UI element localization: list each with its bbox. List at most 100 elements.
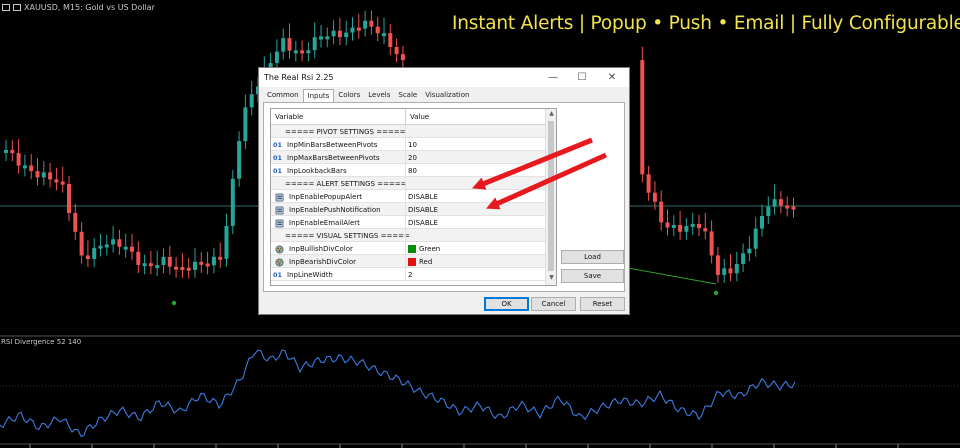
grid-header: Variable Value — [271, 109, 545, 125]
candle-body — [665, 222, 670, 228]
scroll-thumb[interactable] — [548, 121, 554, 271]
param-value[interactable]: DISABLE — [408, 206, 438, 214]
dialog-titlebar[interactable]: The Real Rsi 2.25 — ☐ ✕ — [259, 68, 629, 87]
param-value[interactable]: 10 — [408, 141, 417, 149]
tab-colors[interactable]: Colors — [334, 89, 364, 102]
candle-body — [22, 165, 27, 169]
param-row[interactable]: InpBullishDivColor Green — [271, 242, 545, 255]
candle-body — [148, 263, 153, 267]
candle-body — [337, 30, 342, 38]
tab-common[interactable]: Common — [263, 89, 303, 102]
section-label: ===== ALERT SETTINGS ===== — [285, 180, 407, 188]
param-name: InpMinBarsBetweenPivots — [287, 141, 378, 149]
param-value[interactable]: Red — [419, 258, 432, 266]
param-value[interactable]: DISABLE — [408, 193, 438, 201]
candle-body — [375, 26, 380, 34]
candle-body — [136, 251, 141, 265]
param-row[interactable]: 01 InpLookbackBars 80 — [271, 164, 545, 177]
candle-body — [54, 179, 59, 183]
load-button[interactable]: Load — [561, 250, 624, 264]
candle-body — [67, 183, 71, 214]
param-row[interactable]: InpEnablePushNotification DISABLE — [271, 203, 545, 216]
candle-body — [394, 47, 399, 55]
param-value[interactable]: 80 — [408, 167, 417, 175]
candle-body — [73, 213, 78, 232]
param-row[interactable]: 01 InpMaxBarsBetweenPivots 20 — [271, 151, 545, 164]
inputs-panel: Variable Value ===== PIVOT SETTINGS ====… — [263, 102, 625, 292]
param-value[interactable]: 20 — [408, 154, 417, 162]
candle-body — [734, 263, 739, 274]
inputs-grid: Variable Value ===== PIVOT SETTINGS ====… — [270, 108, 557, 286]
candle-body — [117, 239, 122, 247]
section-row[interactable]: ===== ALERT SETTINGS ===== — [271, 177, 545, 190]
scroll-up-icon[interactable]: ▲ — [547, 110, 556, 120]
candle-body — [766, 206, 771, 216]
param-name: InpLineWidth — [287, 271, 333, 279]
close-icon[interactable]: ✕ — [599, 68, 625, 87]
candle-body — [174, 266, 179, 270]
candle-body — [400, 54, 405, 61]
candle-body — [85, 255, 90, 260]
color-param-icon — [275, 244, 284, 254]
candle-body — [10, 149, 15, 154]
save-button[interactable]: Save — [561, 269, 624, 283]
int-param-icon: 01 — [273, 141, 283, 149]
enum-param-icon — [275, 205, 284, 215]
param-value[interactable]: 2 — [408, 271, 412, 279]
param-value[interactable]: DISABLE — [408, 219, 438, 227]
tab-scale[interactable]: Scale — [394, 89, 421, 102]
candle-body — [300, 50, 305, 54]
variable-column-header[interactable]: Variable — [275, 113, 303, 121]
candle-body — [249, 94, 254, 108]
candle-body — [319, 36, 323, 40]
candle-body — [722, 268, 727, 275]
divergence-dot — [171, 300, 177, 306]
reset-button[interactable]: Reset — [580, 297, 625, 311]
color-swatch — [408, 258, 416, 266]
section-row[interactable]: ===== VISUAL SETTINGS ===== — [271, 229, 545, 242]
candle-body — [363, 20, 368, 29]
ok-button[interactable]: OK — [484, 297, 529, 311]
candle-body — [785, 205, 790, 209]
chart-window: XAUUSD, M15: Gold vs US Dollar Instant A… — [0, 0, 960, 448]
candle-body — [350, 27, 355, 33]
tab-visualization[interactable]: Visualization — [421, 89, 473, 102]
candle-body — [274, 51, 279, 63]
param-name: InpEnablePushNotification — [289, 206, 381, 214]
candle-body — [16, 153, 21, 166]
candle-body — [218, 256, 223, 260]
param-row[interactable]: 01 InpMinBarsBetweenPivots 10 — [271, 138, 545, 151]
section-row[interactable]: ===== PIVOT SETTINGS ===== — [271, 125, 545, 138]
cancel-button[interactable]: Cancel — [531, 297, 576, 311]
param-row[interactable]: InpBearishDivColor Red — [271, 255, 545, 268]
candle-body — [243, 107, 248, 142]
tab-levels[interactable]: Levels — [364, 89, 394, 102]
maximize-icon[interactable]: ☐ — [569, 68, 595, 87]
candle-body — [205, 263, 210, 267]
scroll-down-icon[interactable]: ▼ — [547, 274, 556, 284]
candle-body — [306, 50, 311, 54]
candle-body — [41, 172, 46, 178]
candle-body — [344, 32, 349, 38]
param-row[interactable]: InpEnablePopupAlert DISABLE — [271, 190, 545, 203]
candle-body — [237, 141, 242, 179]
candle-body — [4, 149, 8, 153]
minimize-icon[interactable]: — — [540, 68, 566, 87]
param-row[interactable]: InpEnableEmailAlert DISABLE — [271, 216, 545, 229]
divergence-dot — [713, 290, 719, 296]
candle-body — [356, 27, 361, 31]
grid-scrollbar[interactable]: ▲ ▼ — [545, 109, 556, 285]
divergence-line — [627, 267, 717, 285]
candle-body — [98, 245, 103, 249]
promo-banner: Instant Alerts | Popup • Push • Email | … — [452, 13, 960, 34]
section-label: ===== VISUAL SETTINGS ===== — [285, 232, 410, 240]
param-row[interactable]: 01 InpLineWidth 2 — [271, 268, 545, 281]
candle-body — [671, 224, 676, 228]
value-column-header[interactable]: Value — [410, 113, 429, 121]
candle-body — [167, 256, 172, 267]
candle-body — [760, 215, 764, 229]
candle-body — [35, 171, 40, 178]
candle-body — [703, 228, 708, 232]
tab-inputs[interactable]: Inputs — [302, 89, 335, 103]
param-value[interactable]: Green — [419, 245, 440, 253]
